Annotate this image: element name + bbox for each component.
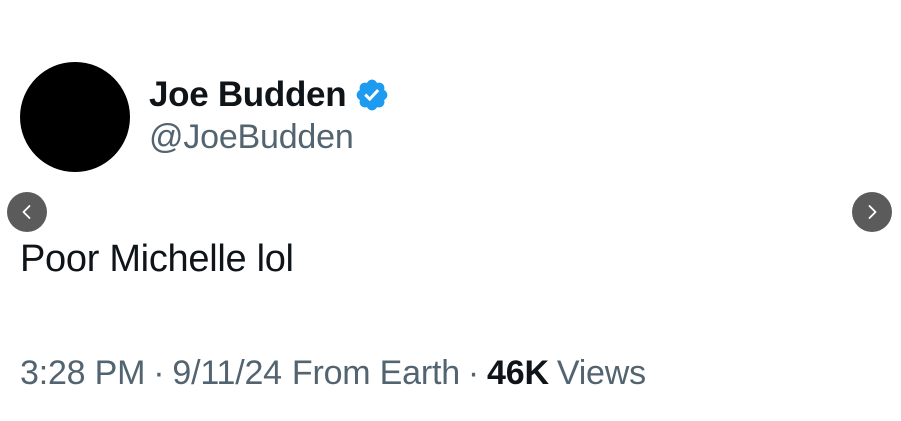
tweet-text: Poor Michelle lol bbox=[20, 238, 294, 280]
display-name[interactable]: Joe Budden bbox=[149, 75, 347, 115]
meta-separator-2: · bbox=[467, 354, 480, 392]
views-count: 46K bbox=[487, 354, 549, 392]
chevron-right-icon bbox=[868, 205, 877, 219]
user-handle[interactable]: @JoeBudden bbox=[149, 118, 354, 157]
tweet-date[interactable]: 9/11/24 bbox=[172, 354, 282, 393]
tweet-time[interactable]: 3:28 PM bbox=[20, 354, 145, 393]
verified-badge-icon bbox=[356, 79, 388, 111]
next-button[interactable] bbox=[852, 192, 892, 232]
meta-separator: · bbox=[153, 354, 165, 392]
chevron-left-icon bbox=[22, 205, 31, 219]
author-name-row: Joe Budden bbox=[149, 73, 390, 117]
views-label: Views bbox=[556, 354, 646, 392]
avatar[interactable] bbox=[20, 62, 130, 172]
tweet-card: Joe Budden @JoeBudden Poor Michelle lol … bbox=[0, 0, 901, 421]
tweet-source: From Earth bbox=[291, 354, 460, 392]
tweet-meta: 3:28 PM · 9/11/24 From Earth · 46K Views bbox=[20, 354, 646, 393]
previous-button[interactable] bbox=[7, 192, 47, 232]
